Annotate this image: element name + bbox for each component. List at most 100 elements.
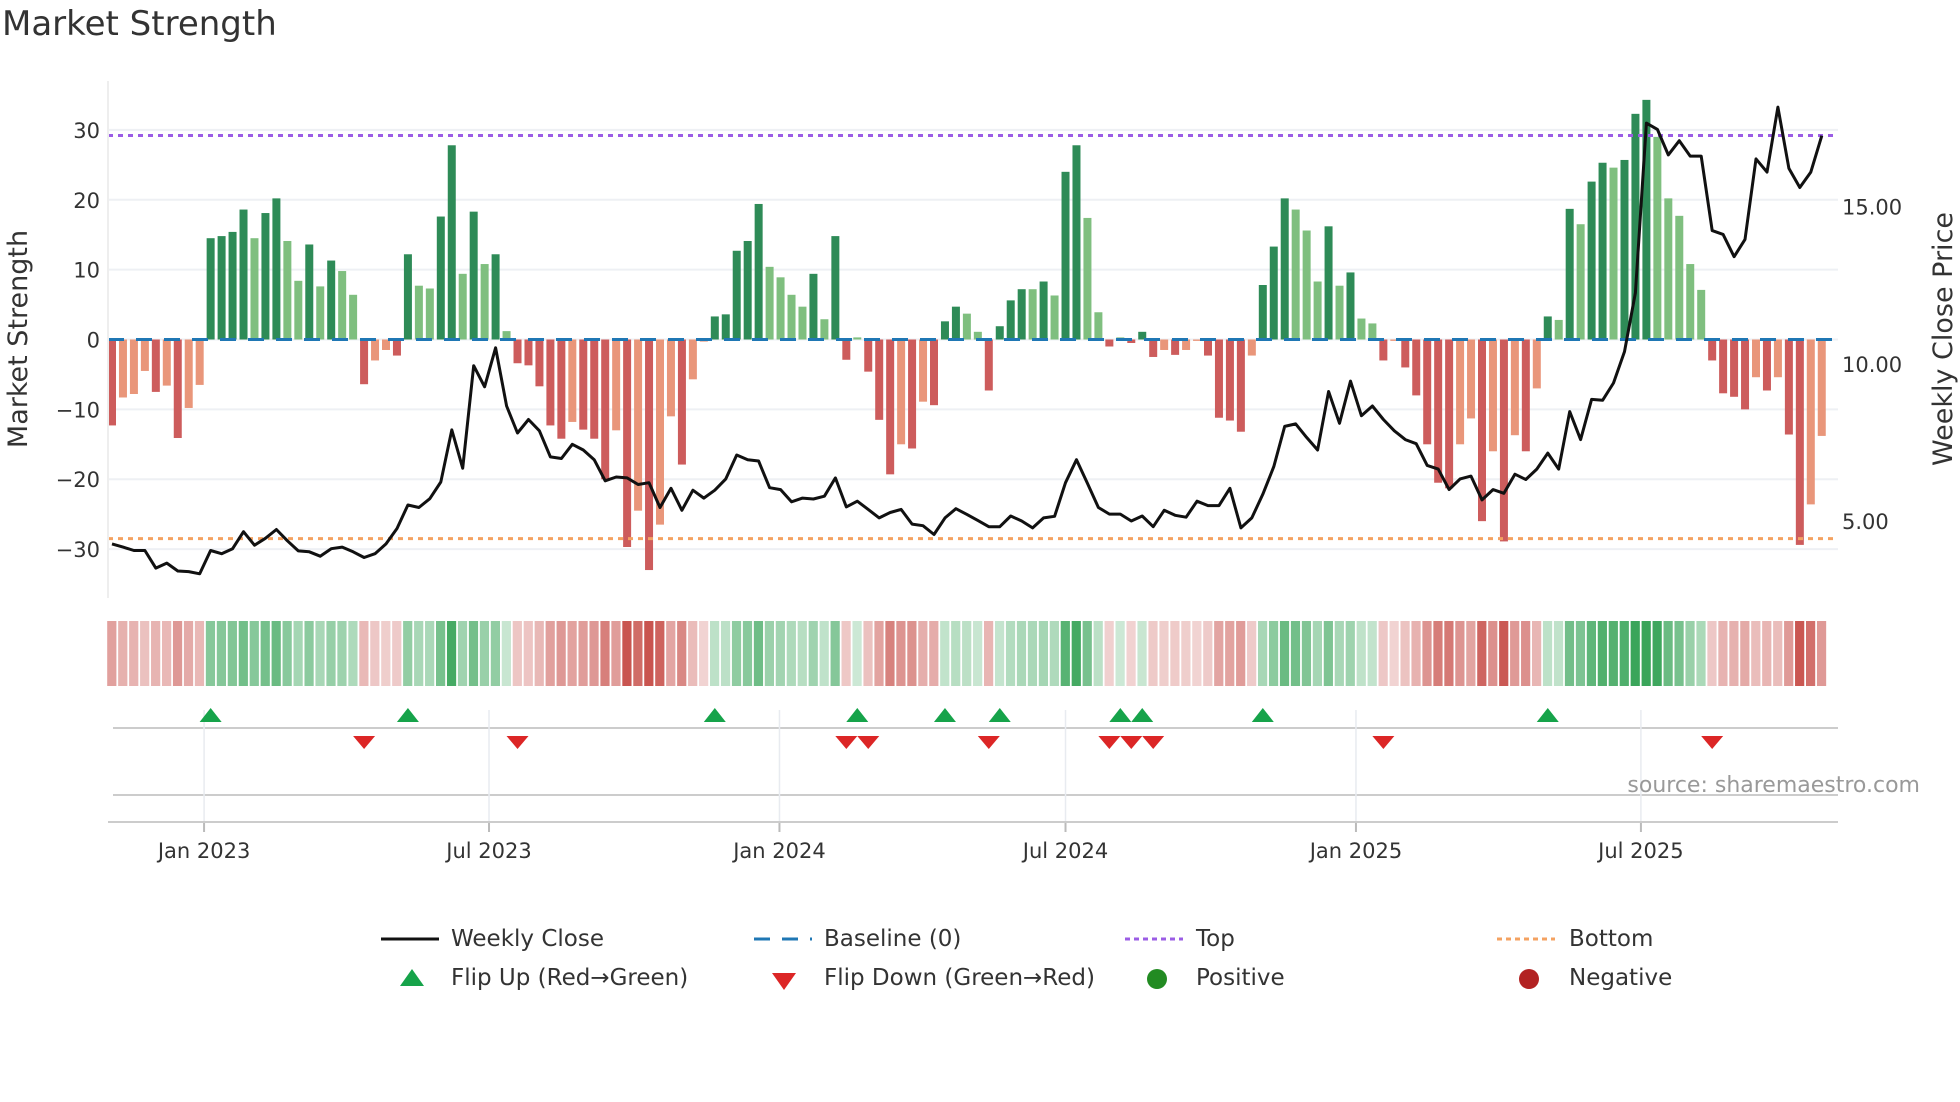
legend-baseline: Baseline (0) — [824, 926, 962, 952]
heat-cell — [666, 621, 676, 686]
heat-cell — [764, 621, 774, 686]
heat-cell — [337, 621, 347, 686]
strength-bar — [1258, 285, 1267, 340]
strength-bar — [513, 339, 522, 364]
strength-bar — [151, 339, 160, 392]
x-tick-label: Jan 2023 — [156, 839, 251, 863]
strength-bar — [590, 339, 599, 439]
strength-bar — [1543, 316, 1552, 340]
heat-cell — [1323, 621, 1333, 686]
heat-cell — [918, 621, 928, 686]
strength-bar — [195, 339, 204, 385]
heat-cell — [1707, 621, 1717, 686]
heat-cell — [962, 621, 972, 686]
legend-flip-down: Flip Down (Green→Red) — [824, 965, 1095, 991]
strength-bar — [403, 254, 412, 340]
strength-bar — [908, 339, 917, 449]
strength-bar — [228, 231, 237, 340]
x-tick-label: Jul 2025 — [1596, 839, 1683, 863]
flip-up-marker — [703, 708, 726, 722]
strength-bar — [623, 339, 632, 547]
strength-bar — [754, 203, 763, 340]
strength-bar — [1752, 339, 1760, 378]
heat-cell — [808, 621, 818, 686]
strength-bar — [930, 339, 938, 406]
heat-cell — [699, 621, 709, 686]
heat-cell — [1630, 621, 1640, 686]
heat-cell — [1367, 621, 1377, 686]
heat-cell — [589, 621, 599, 686]
heat-cell — [688, 621, 698, 686]
strength-bar — [1488, 339, 1497, 452]
heat-cell — [1192, 621, 1202, 686]
strength-bar — [1653, 136, 1662, 340]
heat-cell — [1005, 621, 1016, 686]
heat-cell — [1027, 621, 1038, 686]
heat-cell — [1148, 621, 1158, 686]
heat-cell — [1795, 621, 1805, 686]
heat-cell — [227, 621, 237, 686]
strength-bar — [1193, 339, 1202, 341]
heat-cell — [348, 621, 358, 686]
strength-bar — [425, 288, 434, 340]
strength-bar — [666, 339, 675, 417]
heat-cell — [1641, 621, 1651, 686]
heat-cell — [1181, 621, 1191, 686]
heat-cell — [370, 621, 380, 686]
heat-cell — [1203, 621, 1213, 686]
heat-cell — [1597, 621, 1607, 686]
strength-bar — [557, 339, 566, 439]
heat-cell — [315, 621, 325, 686]
strength-bar — [239, 209, 248, 340]
flip-down-marker — [835, 736, 858, 749]
heat-cell — [107, 621, 117, 686]
flip-up-marker — [1536, 708, 1559, 722]
heat-cell — [1674, 621, 1684, 686]
heat-cell — [1575, 621, 1586, 686]
heat-cell — [1137, 621, 1147, 686]
strength-bar — [1686, 264, 1695, 340]
heat-cell — [304, 621, 314, 686]
flip-up-marker — [396, 708, 419, 722]
strength-bar — [645, 339, 654, 571]
flip-down-marker — [1701, 736, 1724, 749]
heat-cell — [1247, 621, 1257, 686]
y-tick-label: −30 — [56, 538, 100, 562]
legend-bottom: Bottom — [1569, 926, 1654, 952]
heat-cell — [556, 621, 566, 686]
heat-cell — [1301, 621, 1312, 686]
strength-bar — [1806, 339, 1815, 505]
strength-bar — [1598, 162, 1607, 340]
heat-cell — [249, 621, 259, 686]
heat-cell — [216, 621, 226, 686]
heat-cell — [940, 621, 950, 686]
heat-cell — [129, 621, 139, 686]
heat-cell — [1104, 621, 1114, 686]
strength-bar — [1587, 181, 1596, 340]
strength-bar — [1072, 145, 1081, 340]
strength-bar — [1368, 323, 1377, 340]
strength-bar — [1434, 339, 1443, 483]
strength-bar — [1499, 339, 1508, 542]
heat-cell — [951, 621, 961, 686]
heat-cell — [1258, 621, 1268, 686]
heat-cell — [786, 621, 796, 686]
y2-tick-label: 10.00 — [1842, 353, 1902, 377]
heat-cell — [1038, 621, 1048, 686]
strength-bar — [327, 260, 336, 340]
y-tick-label: −10 — [56, 398, 100, 422]
heat-cell — [644, 621, 654, 686]
heat-cell — [1729, 621, 1739, 686]
x-tick-label: Jan 2025 — [1308, 839, 1403, 863]
heat-cell — [1290, 621, 1301, 686]
heat-cell — [534, 621, 544, 686]
strength-bar — [316, 286, 325, 340]
flip-up-marker — [1131, 708, 1154, 722]
heat-cell — [392, 621, 402, 686]
strength-bar — [184, 339, 193, 408]
y2-tick-label: 5.00 — [1842, 510, 1889, 534]
strength-bar — [1379, 339, 1388, 361]
heat-cell — [1806, 621, 1816, 686]
strength-bars — [108, 99, 1826, 571]
heat-cell — [1378, 621, 1388, 686]
